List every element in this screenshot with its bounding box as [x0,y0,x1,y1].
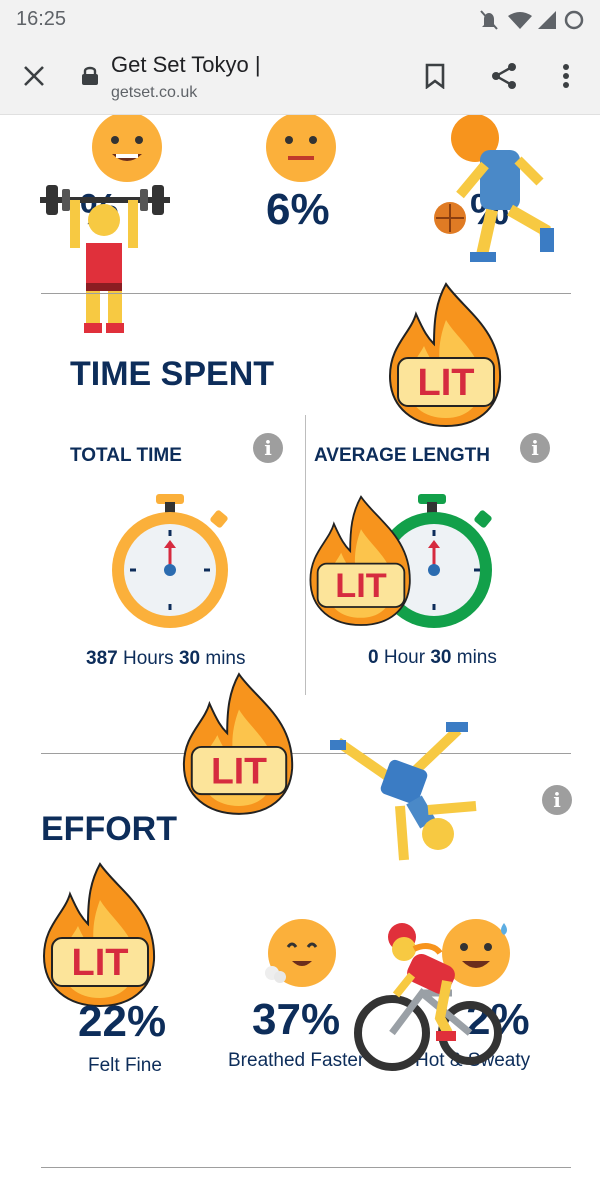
average-time-value: 0 Hour 30 mins [368,647,497,669]
info-icon[interactable]: i [520,433,550,463]
cartwheel-person-icon [330,722,477,861]
weightlifter-icon [40,185,170,333]
divider [41,1167,571,1168]
lit-fire-sticker: LIT [309,495,411,626]
page-title: Get Set Tokyo | [111,52,261,77]
average-hours-unit: Hour [383,647,426,668]
total-mins: 30 [178,648,201,669]
more-vert-icon[interactable] [559,62,573,90]
lit-text: LIT [211,749,267,791]
share-icon[interactable] [490,62,518,90]
page-url[interactable]: getset.co.uk [111,84,197,102]
effort-label-2: Breathed Faster [228,1050,365,1071]
mute-icon [480,10,498,30]
effort-percent-1: 22% [78,997,167,1046]
average-hours: 0 [368,647,379,668]
lit-text: LIT [418,362,475,404]
web-content: % 6% % TIME SPENT [0,115,600,1200]
signal-icon [538,11,556,29]
total-mins-unit: mins [205,648,246,669]
effort-percent-2: 37% [252,995,341,1044]
status-icons [480,10,584,30]
total-hours-unit: Hours [122,648,174,669]
lit-text: LIT [335,567,386,605]
lit-fire-sticker: LIT [42,862,156,1008]
status-time: 16:25 [16,8,67,30]
basketball-player-icon [434,115,554,262]
close-icon[interactable] [23,65,45,87]
lit-fire-sticker: LIT [182,672,294,815]
wifi-icon [508,12,532,29]
total-hours: 387 [86,648,118,669]
lit-fire-sticker: LIT [388,282,502,428]
section-heading-time-spent: TIME SPENT [70,355,275,393]
neutral-face-icon [266,115,336,182]
average-mins: 30 [430,647,452,668]
battery-icon [564,10,584,30]
browser-toolbar: Get Set Tokyo | getset.co.uk [0,38,600,115]
lock-icon [82,66,98,85]
divider [41,753,571,754]
info-icon[interactable]: i [253,433,283,463]
lit-text: LIT [72,942,129,984]
total-time-title: TOTAL TIME [70,445,182,466]
mood-percent-2: 6% [266,185,330,234]
cyclist-icon [354,923,502,1071]
effort-label-1: Felt Fine [88,1055,162,1076]
status-bar: 16:25 [0,0,600,38]
total-time-value: 387 Hours 30 mins [86,648,246,670]
average-mins-unit: mins [456,647,497,668]
breathing-face-icon [265,919,336,987]
section-heading-effort: EFFORT [41,810,177,848]
happy-face-icon [92,115,162,182]
bookmark-icon[interactable] [424,63,446,89]
average-length-title: AVERAGE LENGTH [314,445,490,466]
stopwatch-icon [112,494,228,628]
info-icon[interactable]: i [542,785,572,815]
